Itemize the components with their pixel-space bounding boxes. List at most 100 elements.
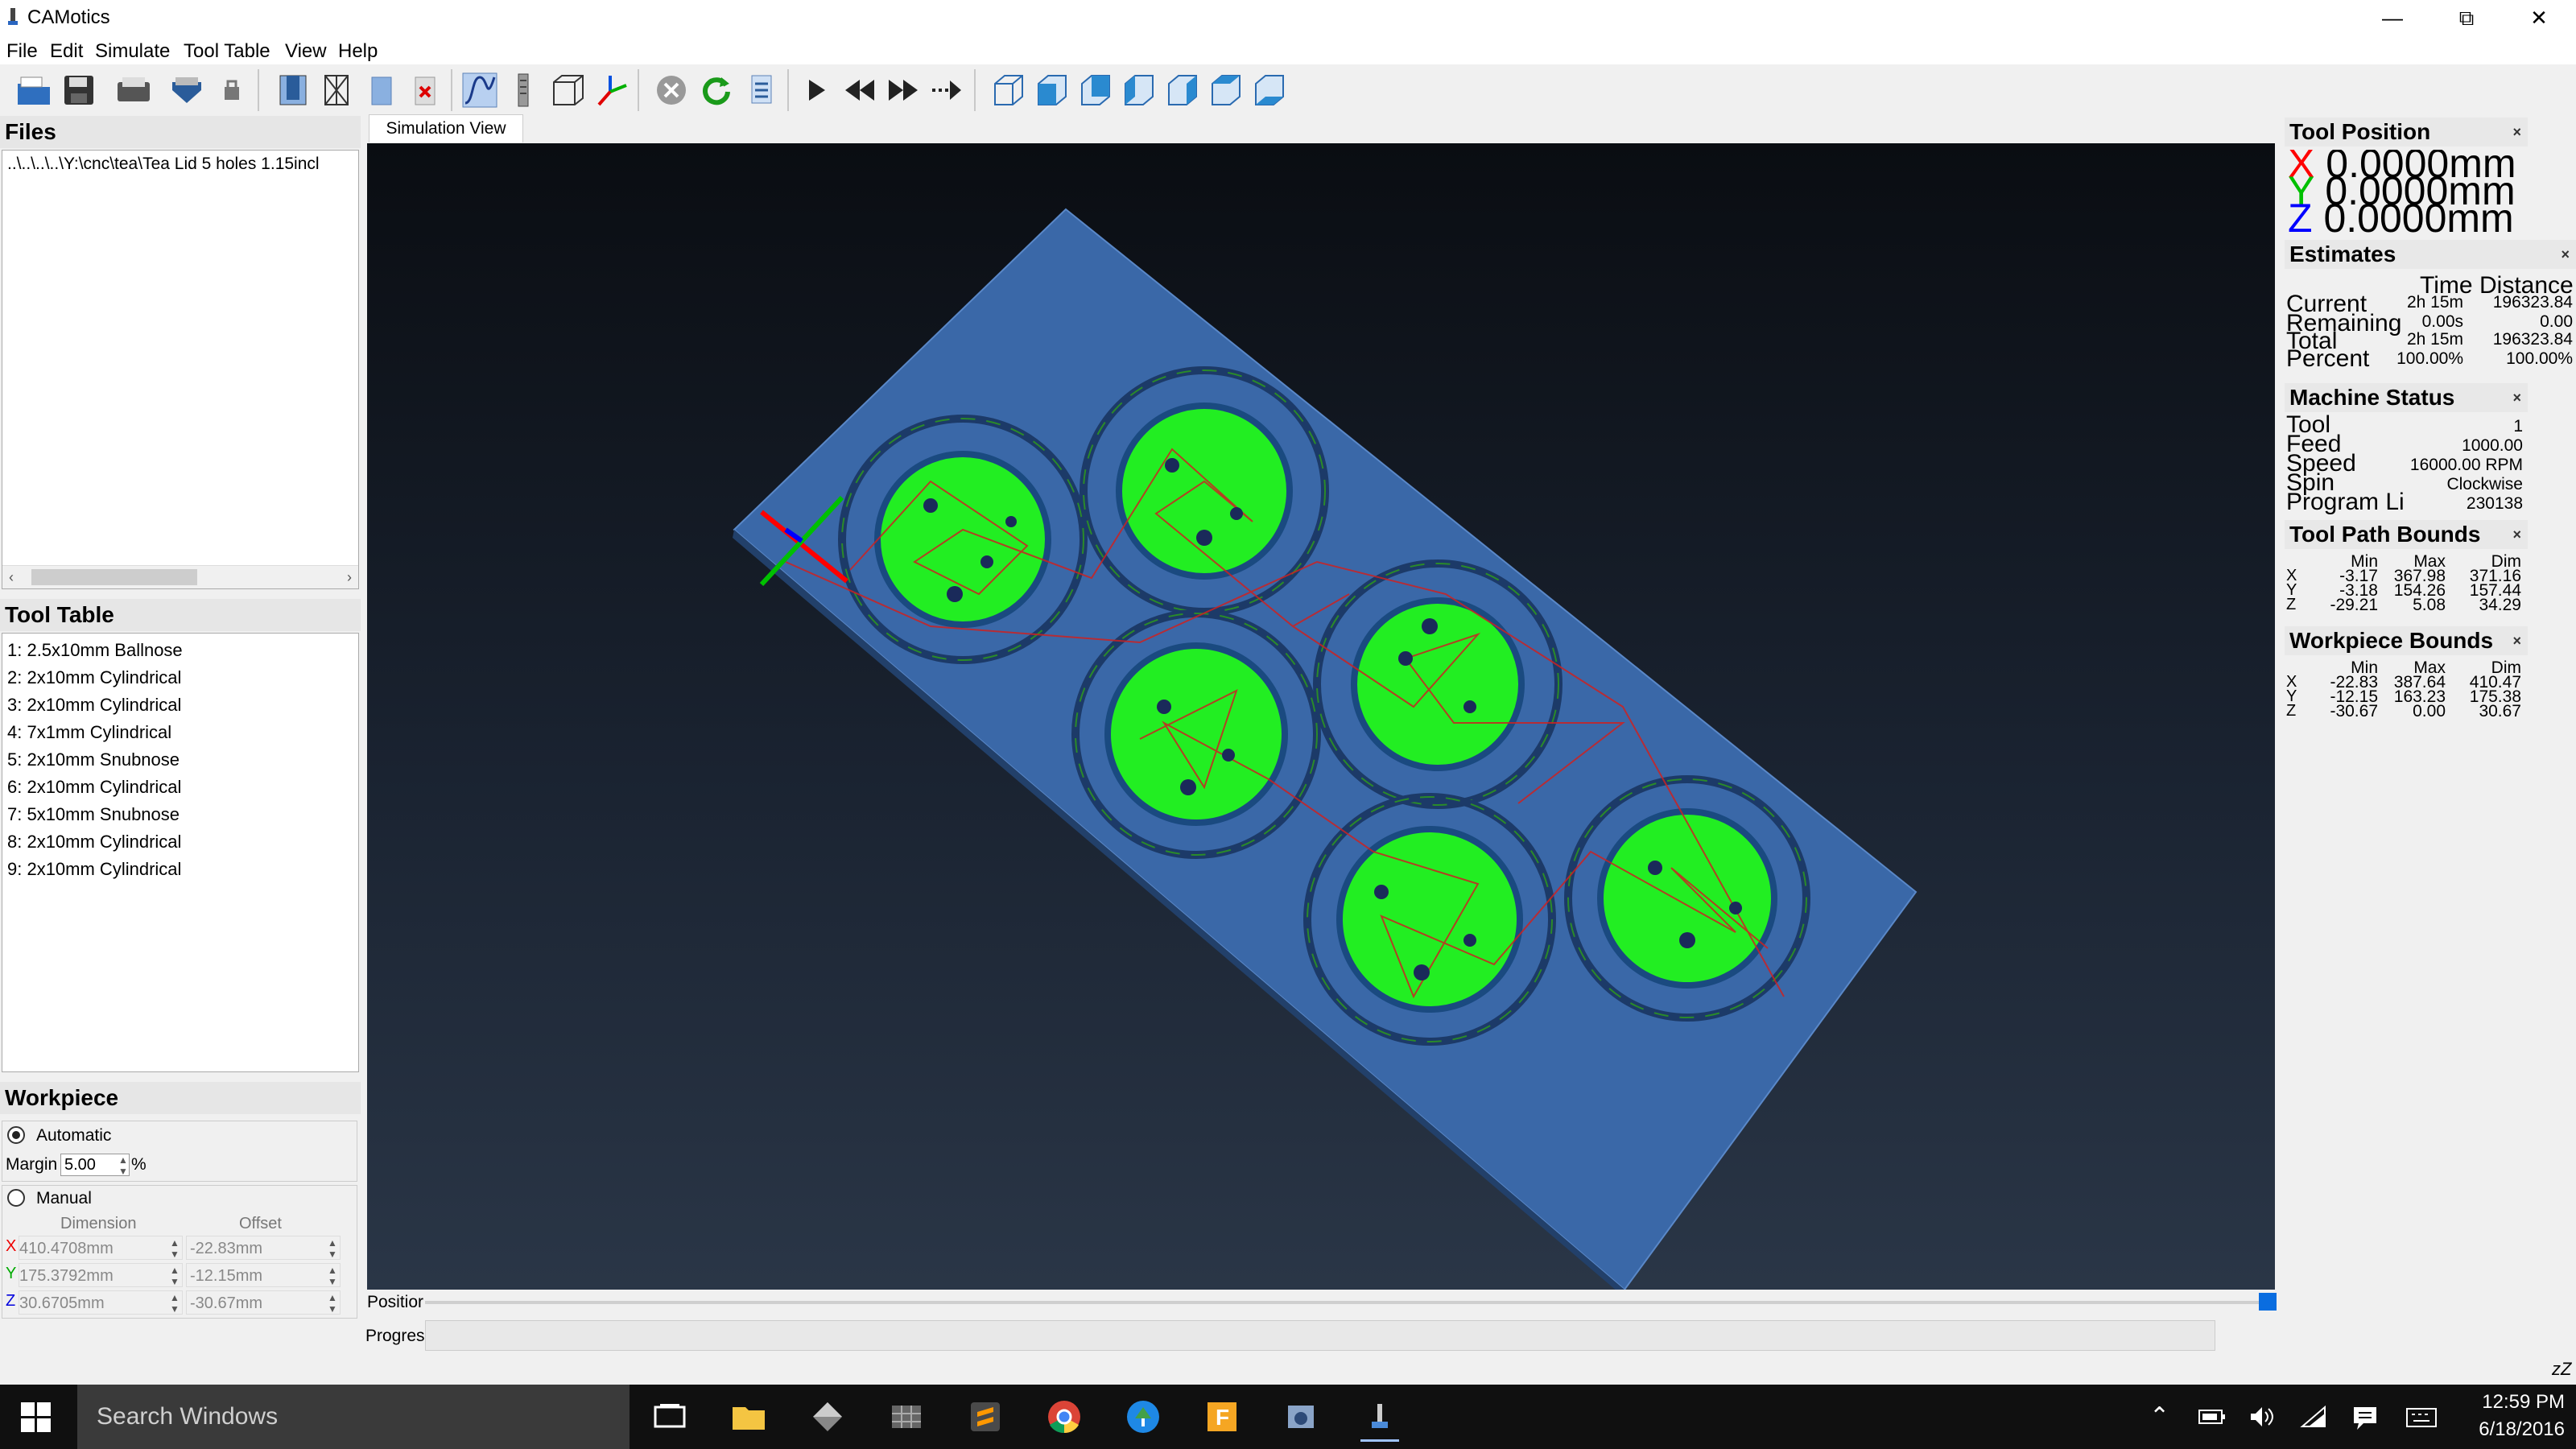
tool-row[interactable]: 5: 2x10mm Snubnose <box>2 746 358 774</box>
fast-forward-icon[interactable] <box>884 71 923 109</box>
minimize-button[interactable]: — <box>2355 0 2429 35</box>
close-icon[interactable]: × <box>2512 520 2521 549</box>
scroll-right-arrow-icon[interactable]: › <box>347 569 352 586</box>
app-sublime-icon[interactable] <box>966 1397 1005 1436</box>
view-right-icon[interactable] <box>1162 71 1201 109</box>
spin-arrows-icon[interactable]: ▲ ▼ <box>327 1292 338 1315</box>
app-tree-icon[interactable] <box>1124 1397 1162 1436</box>
show-hidden-icons-icon[interactable]: ⌃ <box>2149 1402 2169 1430</box>
view-top-icon[interactable] <box>1206 71 1245 109</box>
app-camera-icon[interactable] <box>1282 1397 1320 1436</box>
step-forward-icon[interactable] <box>927 71 966 109</box>
keyboard-icon[interactable] <box>2405 1404 2438 1434</box>
snapshot-icon[interactable] <box>167 71 206 109</box>
simulation-viewport[interactable] <box>367 143 2275 1296</box>
app-fusion-icon[interactable]: F <box>1203 1397 1241 1436</box>
app-3d-icon[interactable] <box>808 1397 847 1436</box>
chrome-icon[interactable] <box>1045 1397 1084 1436</box>
windows-start-icon[interactable] <box>21 1402 52 1437</box>
rewind-icon[interactable] <box>840 71 879 109</box>
close-icon[interactable]: × <box>2512 383 2521 412</box>
file-item[interactable]: ..\..\..\..\Y:\cnc\tea\Tea Lid 5 holes 1… <box>2 151 358 178</box>
wifi-icon[interactable] <box>2299 1404 2328 1434</box>
view-back-icon[interactable] <box>1075 71 1114 109</box>
spin-arrows-icon[interactable]: ▲ ▼ <box>169 1292 180 1315</box>
notifications-icon[interactable] <box>2351 1404 2380 1434</box>
margin-input[interactable]: 5.00 ▲ ▼ <box>60 1154 130 1177</box>
file-explorer-icon[interactable] <box>729 1397 768 1436</box>
dimension-y-input[interactable]: 175.3792mm ▲ ▼ <box>19 1263 183 1287</box>
camotics-task-icon[interactable] <box>1360 1397 1399 1442</box>
close-window-button[interactable]: ✕ <box>2502 0 2576 35</box>
spin-arrows-icon[interactable]: ▲ ▼ <box>327 1265 338 1287</box>
settings-icon[interactable] <box>744 71 782 109</box>
app-icon <box>6 6 19 27</box>
tool-row[interactable]: 9: 2x10mm Cylindrical <box>2 856 358 883</box>
tool-row[interactable]: 6: 2x10mm Cylindrical <box>2 774 358 801</box>
menu-edit[interactable]: Edit <box>50 40 83 63</box>
manual-radio[interactable] <box>7 1189 25 1207</box>
close-icon[interactable]: × <box>2512 118 2521 147</box>
scroll-left-arrow-icon[interactable]: ‹ <box>9 569 14 586</box>
tool-row[interactable]: 7: 5x10mm Snubnose <box>2 801 358 828</box>
close-icon[interactable]: × <box>2561 240 2570 269</box>
position-slider-handle[interactable] <box>2259 1293 2277 1311</box>
menu-file[interactable]: File <box>6 40 38 63</box>
bounds-axis: Z <box>2286 596 2297 613</box>
spin-arrows-icon[interactable]: ▲ ▼ <box>118 1154 129 1177</box>
view-wireframe-icon[interactable] <box>317 71 356 109</box>
tool-row[interactable]: 2: 2x10mm Cylindrical <box>2 664 358 691</box>
spin-arrows-icon[interactable]: ▲ ▼ <box>169 1265 180 1287</box>
estimates-time: 0.00s <box>2421 312 2463 331</box>
volume-icon[interactable] <box>2248 1404 2277 1434</box>
scrollbar-thumb[interactable] <box>31 569 197 585</box>
battery-icon[interactable] <box>2198 1404 2227 1434</box>
taskbar-search-input[interactable]: Search Windows <box>77 1385 630 1449</box>
save-file-icon[interactable] <box>60 71 98 109</box>
task-view-icon[interactable] <box>650 1397 689 1436</box>
view-workpiece-icon[interactable] <box>274 71 312 109</box>
lock-icon[interactable] <box>213 71 251 109</box>
view-surface-icon[interactable] <box>362 71 401 109</box>
tool-row[interactable]: 3: 2x10mm Cylindrical <box>2 691 358 719</box>
offset-z-input[interactable]: -30.67mm ▲ ▼ <box>186 1290 341 1315</box>
offset-x-input[interactable]: -22.83mm ▲ ▼ <box>186 1236 341 1260</box>
clock-time[interactable]: 12:59 PM <box>2463 1391 2565 1414</box>
show-toolpath-icon[interactable] <box>460 71 499 109</box>
dimension-z-input[interactable]: 30.6705mm ▲ ▼ <box>19 1290 183 1315</box>
clock-date[interactable]: 6/18/2016 <box>2463 1418 2565 1441</box>
play-icon[interactable] <box>797 71 836 109</box>
automatic-radio[interactable] <box>7 1126 25 1144</box>
hide-surface-icon[interactable] <box>406 71 444 109</box>
show-bounds-icon[interactable] <box>549 71 588 109</box>
show-axes-icon[interactable] <box>592 71 631 109</box>
files-horizontal-scrollbar[interactable]: ‹ › <box>2 565 358 588</box>
close-icon[interactable]: × <box>2512 626 2521 655</box>
spin-arrows-icon[interactable]: ▲ ▼ <box>169 1237 180 1260</box>
view-front-icon[interactable] <box>1032 71 1071 109</box>
menu-tool-table[interactable]: Tool Table <box>184 40 270 63</box>
view-bottom-icon[interactable] <box>1249 71 1288 109</box>
app-grid-icon[interactable] <box>887 1397 926 1436</box>
tool-row[interactable]: 4: 7x1mm Cylindrical <box>2 719 358 746</box>
open-file-icon[interactable] <box>14 71 53 109</box>
restore-button[interactable]: ⧉ <box>2429 0 2504 35</box>
tool-row[interactable]: 1: 2.5x10mm Ballnose <box>2 637 358 664</box>
view-iso-icon[interactable] <box>989 71 1027 109</box>
tool-table-list: 1: 2.5x10mm Ballnose 2: 2x10mm Cylindric… <box>2 633 359 1072</box>
show-tool-icon[interactable] <box>504 71 543 109</box>
position-slider-track[interactable] <box>425 1301 2260 1304</box>
tool-row[interactable]: 8: 2x10mm Cylindrical <box>2 828 358 856</box>
title-bar: CAMotics — ⧉ ✕ <box>0 0 2576 35</box>
rerun-icon[interactable] <box>697 71 736 109</box>
dimension-x-input[interactable]: 410.4708mm ▲ ▼ <box>19 1236 183 1260</box>
tab-simulation-view[interactable]: Simulation View <box>369 114 523 142</box>
offset-y-input[interactable]: -12.15mm ▲ ▼ <box>186 1263 341 1287</box>
menu-simulate[interactable]: Simulate <box>95 40 170 63</box>
spin-arrows-icon[interactable]: ▲ ▼ <box>327 1237 338 1260</box>
export-icon[interactable] <box>114 71 153 109</box>
stop-icon[interactable] <box>652 71 691 109</box>
menu-view[interactable]: View <box>285 40 327 63</box>
view-left-icon[interactable] <box>1119 71 1158 109</box>
menu-help[interactable]: Help <box>338 40 378 63</box>
